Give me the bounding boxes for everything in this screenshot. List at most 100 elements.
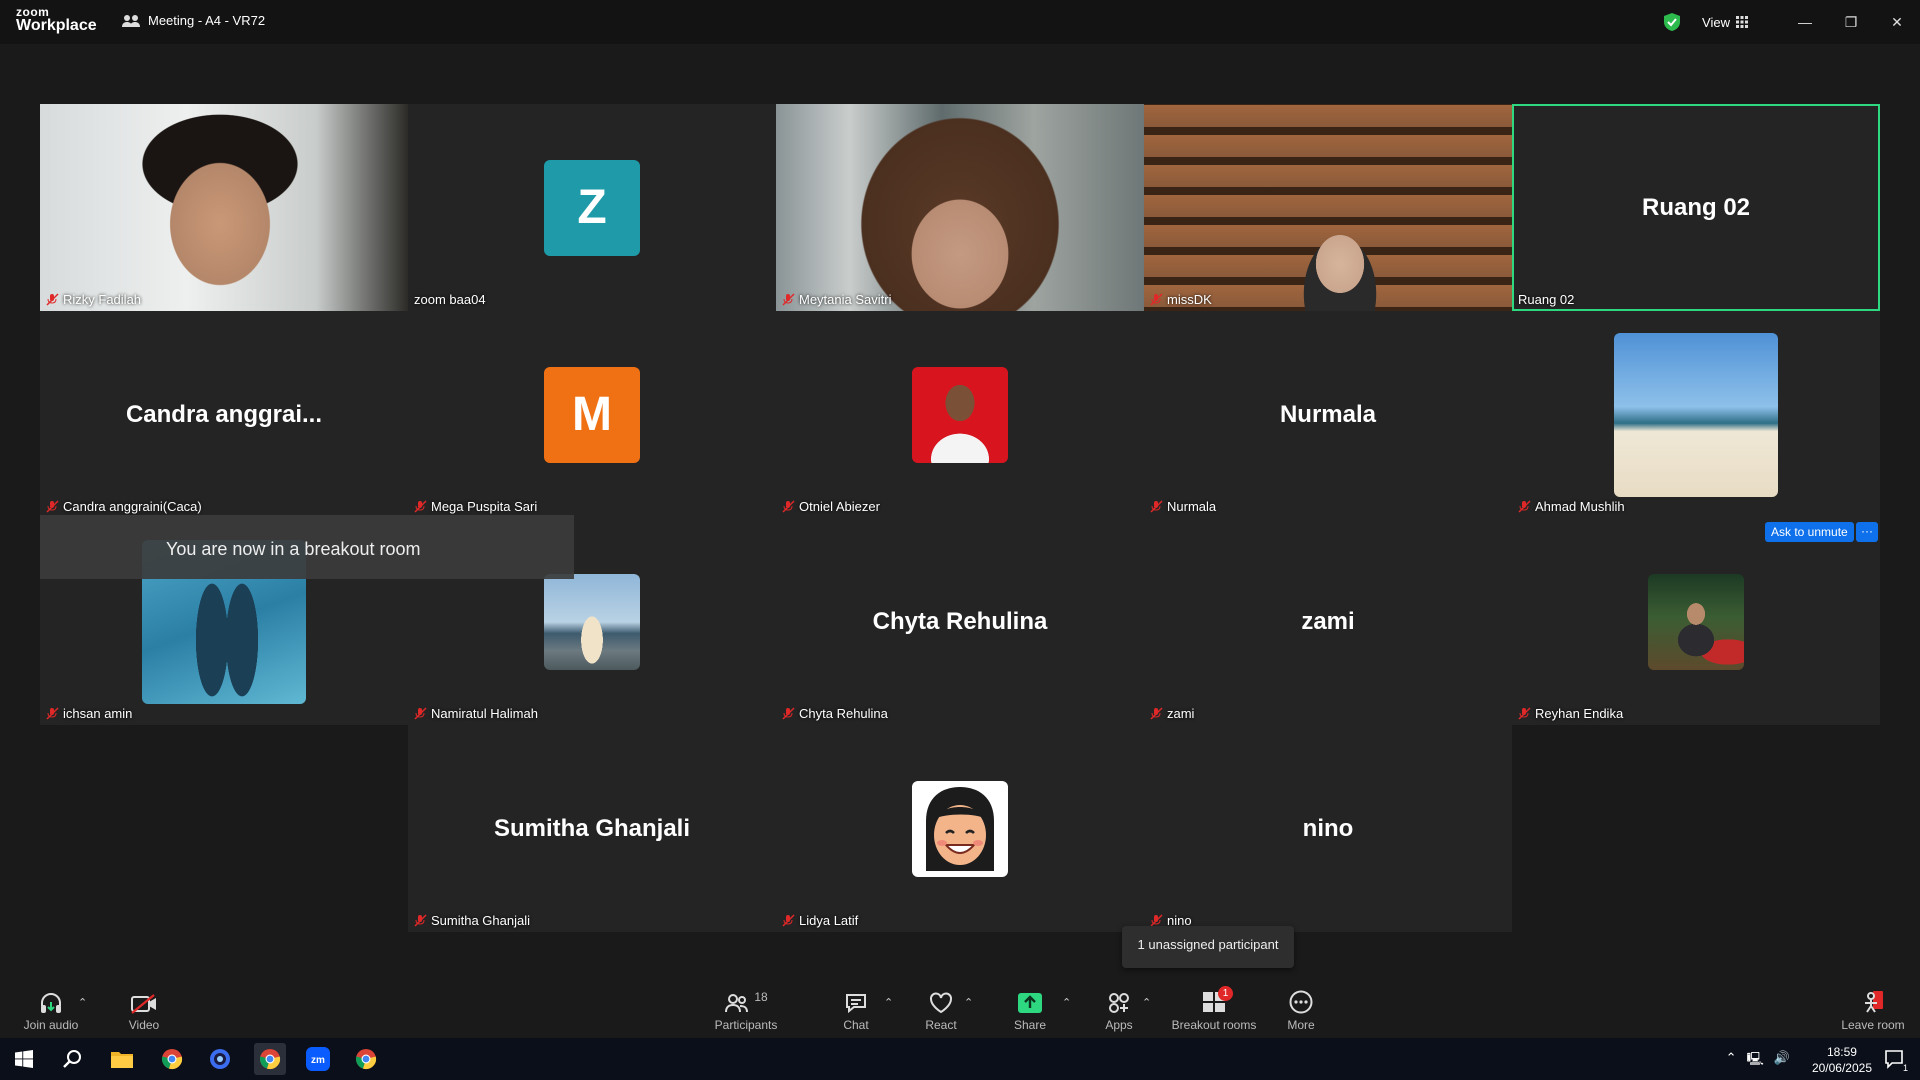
video-tile[interactable]: missDK bbox=[1144, 104, 1512, 311]
chrome-icon bbox=[259, 1049, 281, 1070]
chat-button[interactable]: Chat bbox=[832, 990, 880, 1032]
title-bar: zoom Workplace Meeting - A4 - VR72 View … bbox=[0, 0, 1920, 44]
participant-name: Ruang 02 bbox=[1518, 292, 1575, 307]
video-tile[interactable]: M Mega Puspita Sari bbox=[408, 311, 776, 518]
participant-name: Chyta Rehulina bbox=[799, 706, 888, 721]
restore-button[interactable]: ❐ bbox=[1828, 0, 1874, 44]
participant-name: Ahmad Mushlih bbox=[1535, 499, 1625, 514]
avatar bbox=[1614, 332, 1778, 497]
share-button[interactable]: Share bbox=[1006, 990, 1054, 1032]
windows-taskbar: zm ⌃ 🖳 🔊 18:59 20/06/2025 1 bbox=[0, 1038, 1920, 1080]
react-options-chevron-icon[interactable]: ⌃ bbox=[964, 996, 973, 1009]
name-bar: ichsan amin bbox=[46, 706, 132, 721]
chat-options-chevron-icon[interactable]: ⌃ bbox=[884, 996, 893, 1009]
name-bar: Lidya Latif bbox=[782, 913, 858, 928]
close-button[interactable]: ✕ bbox=[1874, 0, 1920, 44]
grid-icon bbox=[1736, 16, 1748, 28]
file-explorer-button[interactable] bbox=[106, 1043, 138, 1075]
name-bar: Otniel Abiezer bbox=[782, 499, 880, 514]
video-tile[interactable]: Chyta Rehulina Chyta Rehulina bbox=[776, 518, 1144, 725]
video-tile[interactable]: zami zami bbox=[1144, 518, 1512, 725]
mic-muted-icon bbox=[414, 707, 427, 720]
view-button[interactable]: View bbox=[1702, 15, 1748, 30]
headphones-icon bbox=[41, 993, 61, 1013]
volume-icon[interactable]: 🔊 bbox=[1774, 1050, 1790, 1072]
participants-button[interactable]: 18 Participants bbox=[712, 990, 780, 1032]
name-bar: Mega Puspita Sari bbox=[414, 499, 537, 514]
audio-options-chevron-icon[interactable]: ⌃ bbox=[78, 996, 87, 1009]
chrome-active-button[interactable] bbox=[254, 1043, 286, 1075]
apps-button[interactable]: Apps bbox=[1096, 990, 1142, 1032]
search-button[interactable] bbox=[56, 1043, 88, 1075]
network-icon[interactable]: 🖳 bbox=[1746, 1050, 1763, 1072]
chrome-button[interactable] bbox=[156, 1043, 188, 1075]
mic-muted-icon bbox=[1150, 500, 1163, 513]
video-tile[interactable]: Lidya Latif bbox=[776, 725, 1144, 932]
start-button[interactable] bbox=[8, 1043, 40, 1075]
chrome-button[interactable] bbox=[350, 1043, 382, 1075]
system-clock[interactable]: 18:59 20/06/2025 bbox=[1812, 1044, 1872, 1076]
minimize-icon: — bbox=[1798, 14, 1812, 30]
mic-muted-icon bbox=[782, 707, 795, 720]
notification-icon bbox=[1885, 1050, 1903, 1069]
breakout-room-notification: You are now in a breakout room bbox=[40, 515, 574, 579]
video-tile[interactable]: nino nino bbox=[1144, 725, 1512, 932]
encryption-shield-icon[interactable] bbox=[1664, 13, 1681, 31]
video-tile[interactable]: Otniel Abiezer bbox=[776, 311, 1144, 518]
minimize-button[interactable]: — bbox=[1782, 0, 1828, 44]
tile-more-options-button[interactable]: ··· bbox=[1856, 522, 1878, 542]
video-tile[interactable]: Reyhan Endika bbox=[1512, 518, 1880, 725]
video-tile[interactable]: Ahmad Mushlih bbox=[1512, 311, 1880, 518]
join-audio-button[interactable]: Join audio bbox=[18, 990, 84, 1032]
video-tile[interactable]: Rizky Fadilah bbox=[40, 104, 408, 311]
participant-name: Sumitha Ghanjali bbox=[431, 913, 530, 928]
ask-to-unmute-button[interactable]: Ask to unmute bbox=[1765, 522, 1854, 542]
search-icon bbox=[63, 1050, 81, 1068]
react-button[interactable]: React bbox=[916, 990, 966, 1032]
windows-logo-icon bbox=[15, 1050, 33, 1068]
video-tile[interactable]: Candra anggrai... Candra anggraini(Caca) bbox=[40, 311, 408, 518]
mic-muted-icon bbox=[1518, 500, 1531, 513]
notifications-button[interactable]: 1 bbox=[1878, 1043, 1910, 1075]
app-button[interactable] bbox=[204, 1043, 236, 1075]
display-name: Ruang 02 bbox=[1641, 193, 1751, 221]
zoom-app-icon: zm bbox=[306, 1047, 330, 1071]
video-tile[interactable]: Sumitha Ghanjali Sumitha Ghanjali bbox=[408, 725, 776, 932]
avatar bbox=[912, 366, 1008, 463]
video-tile-active-speaker[interactable]: Ruang 02 Ruang 02 bbox=[1512, 104, 1880, 311]
leave-room-label: Leave room bbox=[1841, 1018, 1905, 1032]
video-button[interactable]: Video bbox=[118, 990, 170, 1032]
avatar bbox=[912, 780, 1008, 877]
name-bar: Ruang 02 bbox=[1518, 292, 1574, 307]
share-options-chevron-icon[interactable]: ⌃ bbox=[1062, 996, 1071, 1009]
more-button[interactable]: More bbox=[1278, 990, 1324, 1032]
more-dots-icon bbox=[1289, 990, 1313, 1014]
participant-video bbox=[776, 104, 1144, 311]
participant-name: zoom baa04 bbox=[414, 292, 486, 307]
video-tile[interactable]: Z zoom baa04 bbox=[408, 104, 776, 311]
name-bar: Reyhan Endika bbox=[1518, 706, 1623, 721]
mic-muted-icon bbox=[1150, 293, 1163, 306]
zoom-taskbar-button[interactable]: zm bbox=[302, 1043, 334, 1075]
circular-app-icon bbox=[210, 1049, 230, 1069]
chat-label: Chat bbox=[843, 1018, 869, 1032]
chevron-up-icon[interactable]: ⌃ bbox=[1726, 1050, 1737, 1072]
video-tile[interactable]: Nurmala Nurmala bbox=[1144, 311, 1512, 518]
name-bar: Ahmad Mushlih bbox=[1518, 499, 1625, 514]
clock-time: 18:59 bbox=[1826, 1045, 1857, 1059]
svg-text:zm: zm bbox=[311, 1055, 325, 1066]
meeting-title[interactable]: Meeting - A4 - VR72 bbox=[122, 13, 265, 28]
avatar bbox=[1648, 573, 1744, 670]
participant-name: Rizky Fadilah bbox=[63, 292, 142, 307]
folder-icon bbox=[111, 1052, 133, 1068]
react-label: React bbox=[925, 1018, 957, 1032]
breakout-rooms-button[interactable]: 1 Breakout rooms bbox=[1164, 986, 1264, 1032]
mic-muted-icon bbox=[782, 914, 795, 927]
heart-icon bbox=[930, 992, 952, 1014]
video-tile[interactable]: Meytania Savitri bbox=[776, 104, 1144, 311]
apps-label: Apps bbox=[1105, 1018, 1133, 1032]
apps-options-chevron-icon[interactable]: ⌃ bbox=[1142, 996, 1151, 1009]
leave-room-button[interactable]: Leave room bbox=[1836, 990, 1910, 1032]
display-name: Candra anggrai... bbox=[125, 400, 323, 428]
display-name: Nurmala bbox=[1279, 400, 1377, 428]
